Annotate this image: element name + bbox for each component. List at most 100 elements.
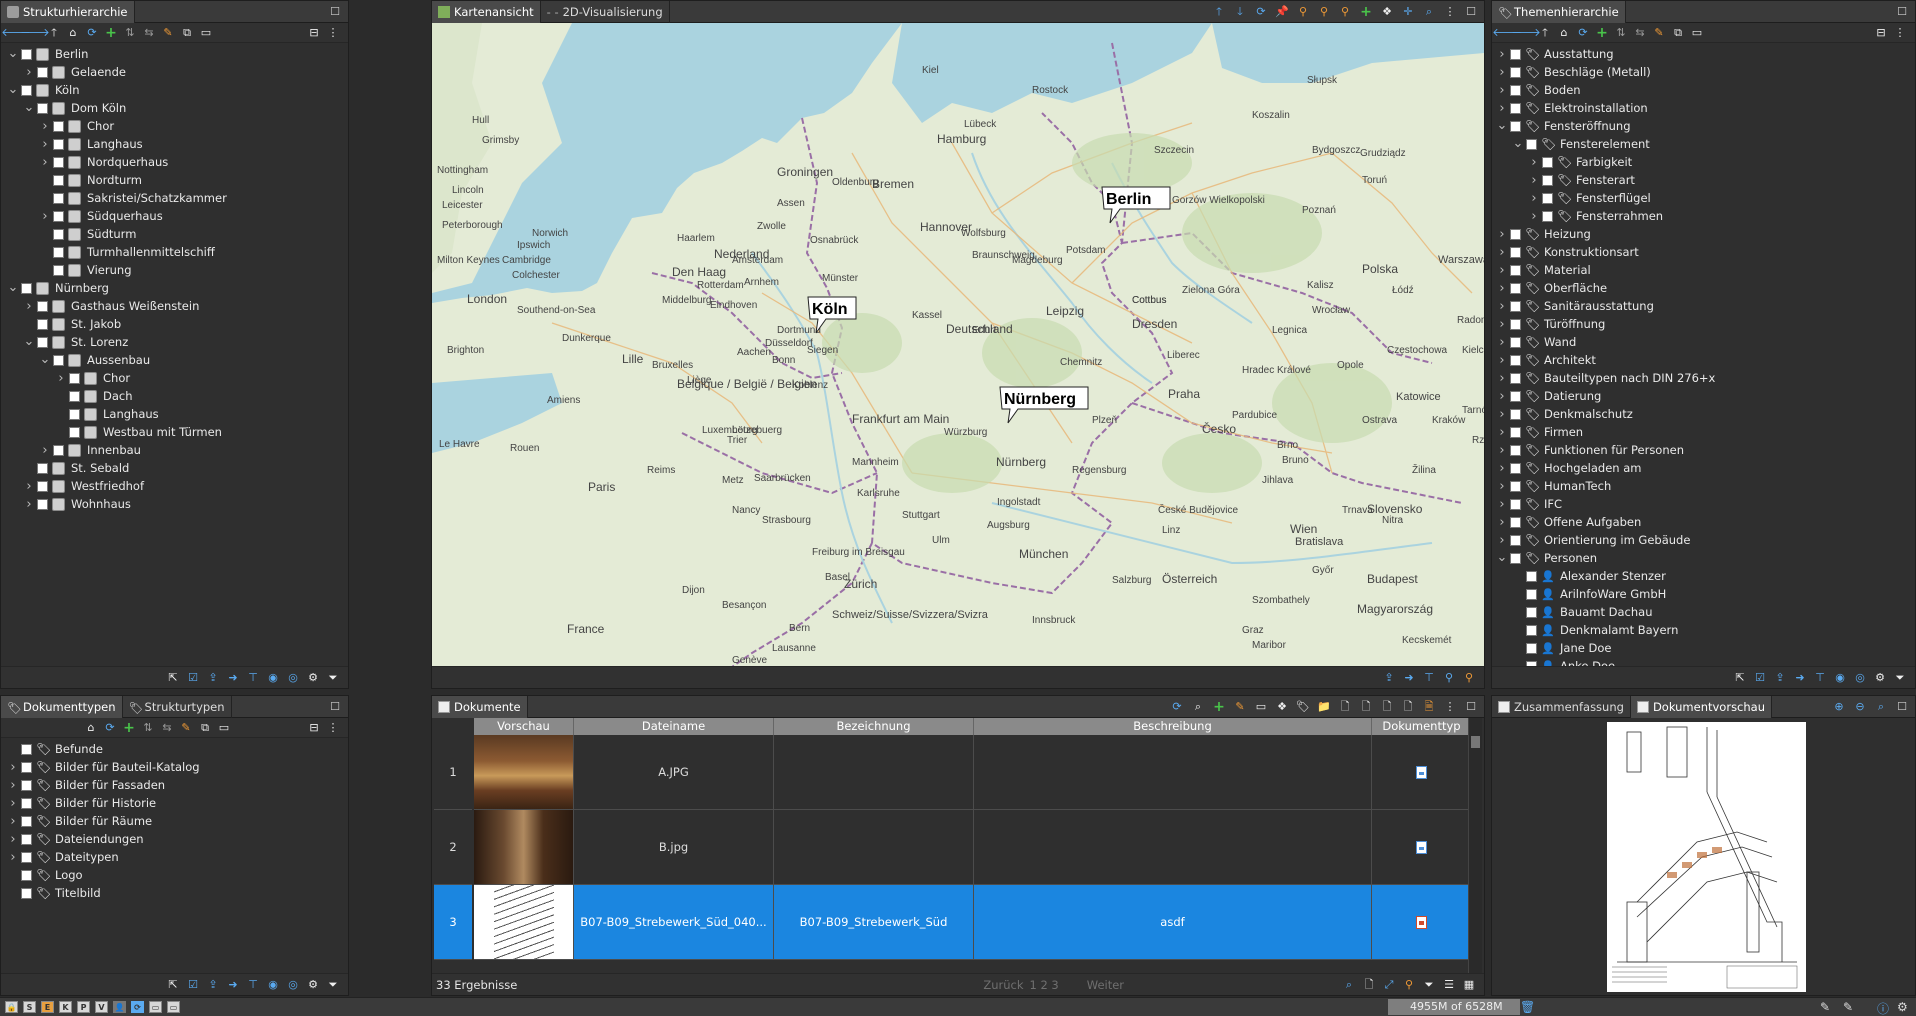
chevron-down-icon[interactable]: ⌄ (1496, 119, 1508, 132)
tree-item[interactable]: › Langhaus (1, 135, 348, 153)
checkbox[interactable] (53, 138, 64, 150)
arrow-down-icon[interactable]: 🡓 (1233, 5, 1247, 19)
tool-icon-b[interactable]: ✎ (1843, 1000, 1853, 1014)
checkbox[interactable] (1510, 498, 1521, 510)
pager-back[interactable]: Zurück (983, 978, 1023, 992)
chevron-right-icon[interactable]: › (7, 778, 19, 793)
arrow-right-icon[interactable]: ➜ (1402, 671, 1416, 685)
maximize-icon[interactable]: ☐ (328, 5, 342, 19)
checkbox[interactable] (1542, 210, 1553, 222)
checkbox[interactable] (21, 48, 32, 60)
chevron-right-icon[interactable]: › (1496, 245, 1508, 260)
tree-item[interactable]: › 🏷 Bilder für Fassaden (1, 776, 348, 794)
checkbox[interactable] (1526, 138, 1537, 150)
pin-icon[interactable]: 📌 (1275, 5, 1289, 19)
tree-item[interactable]: › 🏷 Offene Aufgaben (1492, 513, 1915, 531)
tree-item[interactable]: › 🏷 Boden (1492, 81, 1915, 99)
chevron-right-icon[interactable]: › (1496, 533, 1508, 548)
arrow-right-icon[interactable]: ➜ (226, 978, 240, 992)
chevron-right-icon[interactable]: › (7, 832, 19, 847)
row-number[interactable]: 1 (434, 735, 472, 810)
refresh-icon[interactable]: ⟳ (1170, 700, 1184, 714)
checkbox[interactable] (37, 318, 48, 330)
filter-check-icon[interactable]: ☑ (186, 671, 200, 685)
window-alt-icon[interactable]: ▭ (167, 1001, 180, 1013)
glasses-icon[interactable]: ◉ (266, 671, 280, 685)
checkbox[interactable] (53, 120, 64, 132)
chevron-right-icon[interactable]: › (39, 155, 51, 170)
tree-item[interactable]: ⌄ 🏷 Fensterelement (1492, 135, 1915, 153)
tree-item[interactable]: Langhaus (1, 405, 348, 423)
chevron-right-icon[interactable]: › (1496, 461, 1508, 476)
home-icon[interactable]: ⌂ (1557, 26, 1571, 40)
chevron-right-icon[interactable]: › (23, 299, 35, 314)
chevron-right-icon[interactable]: › (1496, 407, 1508, 422)
chevron-down-icon[interactable]: ⌄ (7, 281, 19, 294)
zoom-fit-icon[interactable]: ⤢ (1382, 978, 1396, 992)
lock-icon[interactable]: 🔒 (5, 1001, 18, 1013)
tab-themenhierarchie[interactable]: 🏷 Themenhierarchie (1492, 1, 1626, 23)
checkbox[interactable] (37, 336, 48, 348)
menu-icon[interactable]: ⋮ (1443, 700, 1457, 714)
tree-item[interactable]: › 🏷 Oberfläche (1492, 279, 1915, 297)
link-icon[interactable]: ⇱ (166, 978, 180, 992)
search-icon[interactable]: ⌕ (1191, 700, 1205, 714)
pin-remove-icon[interactable]: ⚲ (1338, 5, 1352, 19)
trash-icon[interactable]: 🗑 (1520, 1000, 1535, 1014)
home-icon[interactable]: ⌂ (66, 26, 80, 40)
checkbox[interactable] (1542, 192, 1553, 204)
tree-item[interactable]: Sakristei/Schatzkammer (1, 189, 348, 207)
document-preview[interactable] (1607, 722, 1806, 992)
status-icon-v[interactable]: V (95, 1001, 108, 1013)
tree-item[interactable]: ⌄ Dom Köln (1, 99, 348, 117)
tree-item[interactable]: 🏷 Befunde (1, 740, 348, 758)
checkbox[interactable] (1510, 228, 1521, 240)
checkbox[interactable] (37, 498, 48, 510)
status-icon-s[interactable]: S (23, 1001, 36, 1013)
funnel-icon[interactable]: ⏷ (326, 671, 340, 685)
chevron-down-icon[interactable]: ⌄ (1496, 551, 1508, 564)
checkbox[interactable] (1526, 642, 1537, 654)
tab-strukturtypen[interactable]: 🏷 Strukturtypen (123, 696, 232, 718)
tree-item[interactable]: › 🏷 Datierung (1492, 387, 1915, 405)
tree-item[interactable]: › 🏷 Elektroinstallation (1492, 99, 1915, 117)
checkbox[interactable] (1510, 48, 1521, 60)
settings-icon[interactable]: ⚙ (1873, 671, 1887, 685)
forward-arrow-icon[interactable]: 🡒 (20, 26, 50, 40)
settings-icon[interactable]: ⚙ (306, 671, 320, 685)
tree-item[interactable]: › 🏷 Orientierung im Gebäude (1492, 531, 1915, 549)
tree-item[interactable]: › 🏷 Wand (1492, 333, 1915, 351)
tree-item[interactable]: St. Jakob (1, 315, 348, 333)
column-header[interactable]: Vorschau (474, 718, 574, 735)
chevron-right-icon[interactable]: › (1496, 227, 1508, 242)
checkbox[interactable] (1510, 408, 1521, 420)
tree-item[interactable]: ⌄ 🏷 Personen (1492, 549, 1915, 567)
tree-item[interactable]: › 🏷 Ausstattung (1492, 45, 1915, 63)
checkbox[interactable] (1510, 120, 1521, 132)
doctype-cell[interactable] (1372, 735, 1472, 810)
checkbox[interactable] (1510, 372, 1521, 384)
doctype-cell[interactable] (1372, 885, 1472, 960)
pdf-icon[interactable]: 🗎 (1422, 700, 1436, 714)
chevron-right-icon[interactable]: › (1496, 515, 1508, 530)
user-icon[interactable]: 👤 (113, 1001, 126, 1013)
chevron-right-icon[interactable]: › (23, 497, 35, 512)
tree-item[interactable]: Dach (1, 387, 348, 405)
add-icon[interactable]: + (104, 26, 118, 40)
filter-down-icon[interactable]: ⊤ (1813, 671, 1827, 685)
tab-kartenansicht[interactable]: Kartenansicht (432, 1, 541, 23)
preview-cell[interactable] (474, 885, 574, 960)
tree-item[interactable]: › 🏷 Fensterart (1492, 171, 1915, 189)
copy-icon[interactable]: ⧉ (198, 721, 212, 735)
tree-item[interactable]: › 🏷 Bilder für Räume (1, 812, 348, 830)
chevron-down-icon[interactable]: ⌄ (7, 83, 19, 96)
chevron-right-icon[interactable]: › (7, 850, 19, 865)
tag-link-icon[interactable]: 🏷 (1296, 700, 1310, 714)
up-arrow-icon[interactable]: 🡑 (1538, 26, 1552, 40)
tree-item[interactable]: › 🏷 IFC (1492, 495, 1915, 513)
checkbox[interactable] (53, 192, 64, 204)
info-icon[interactable]: ⓘ (1877, 1000, 1889, 1016)
tree-item[interactable]: Südturm (1, 225, 348, 243)
chevron-right-icon[interactable]: › (1496, 83, 1508, 98)
filter-down-icon[interactable]: ⊤ (246, 671, 260, 685)
